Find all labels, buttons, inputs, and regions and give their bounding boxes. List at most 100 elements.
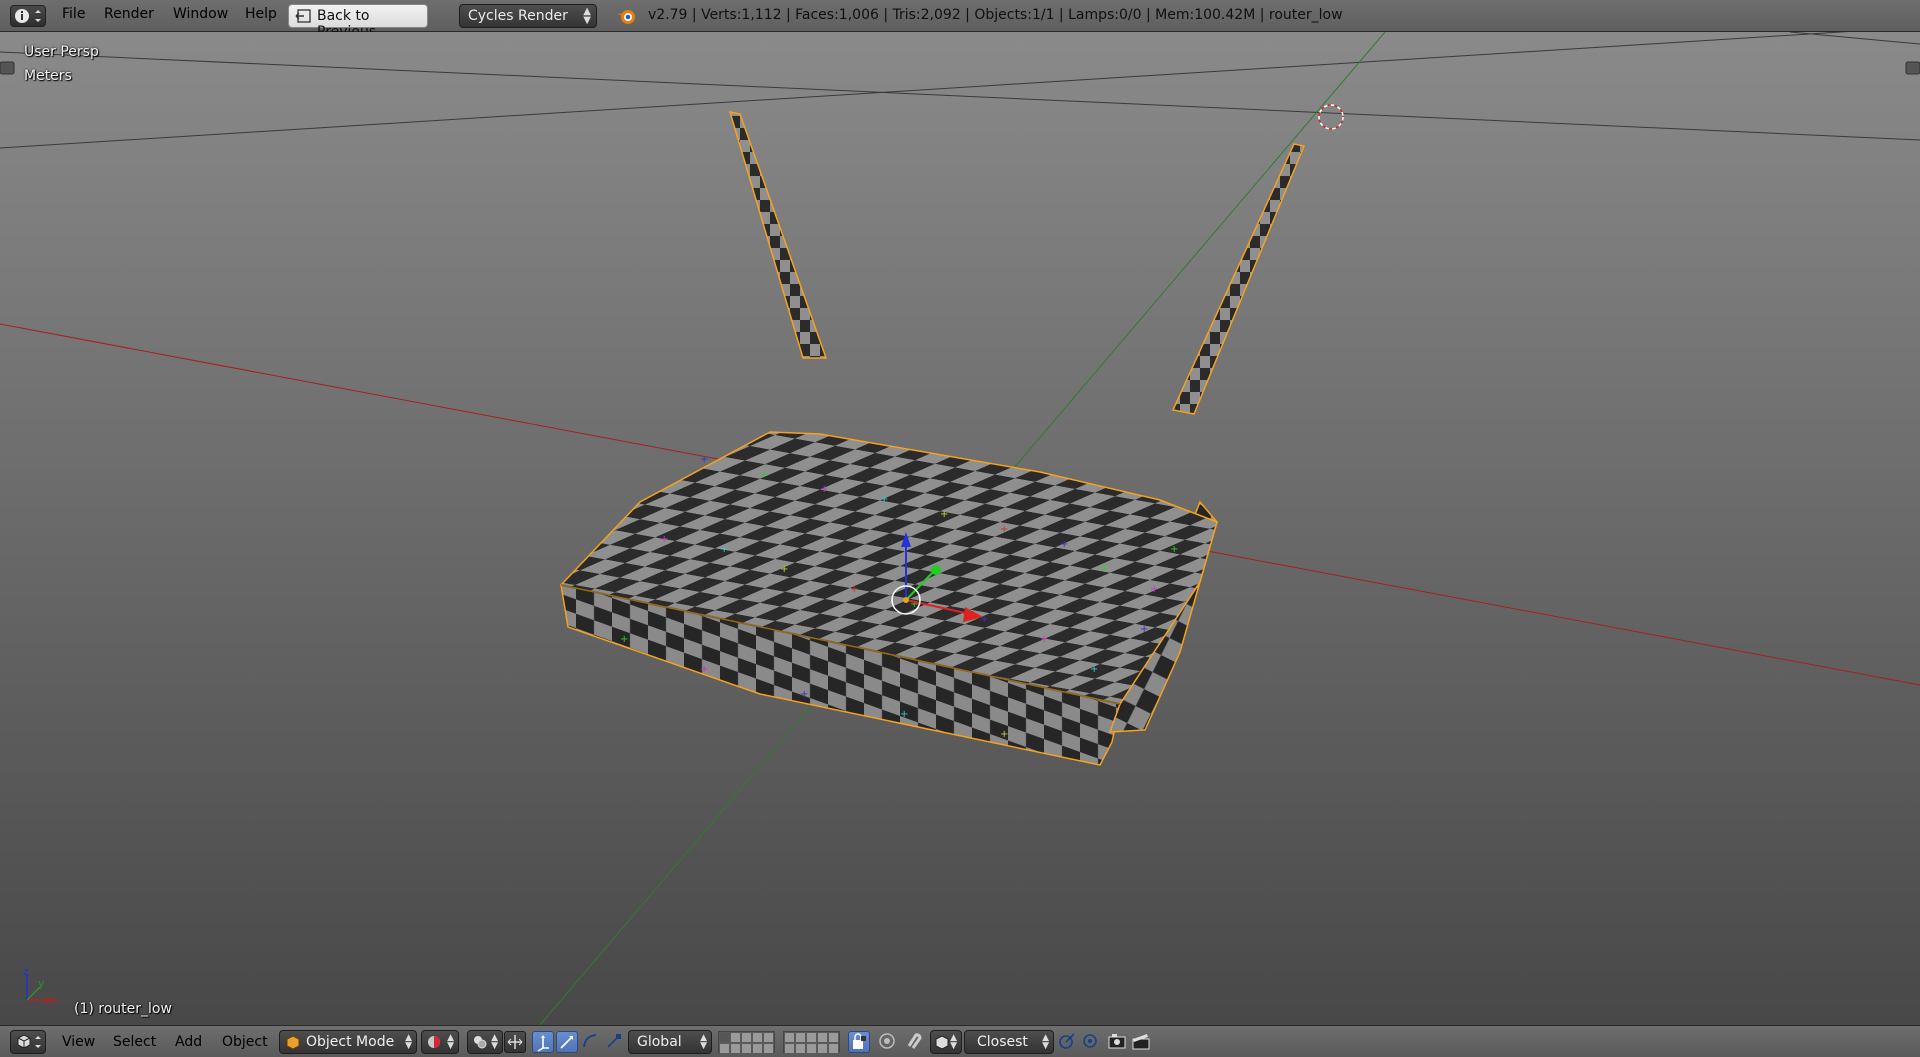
snap-project-icon [1083,1034,1097,1048]
svg-text:+: + [900,709,908,720]
svg-text:+: + [1000,524,1008,535]
cube-icon [17,1034,41,1049]
snap-project-toggle[interactable] [1080,1031,1102,1053]
svg-text:+: + [620,634,628,645]
mode-label: Object Mode [306,1034,395,1050]
svg-text:+: + [700,664,708,675]
axis-gizmo-icon: x y z [23,965,58,1007]
svg-text:+: + [1140,624,1148,635]
lock-icon [853,1033,866,1049]
left-antenna [728,111,828,359]
rotate-toggle[interactable] [556,1031,578,1053]
render-icon [1108,1034,1126,1049]
snap-align-icon [1059,1033,1075,1049]
svg-text:+: + [880,494,888,505]
snap-target-dropdown[interactable]: Closest ▲ ▼ [964,1030,1054,1054]
menu-select[interactable]: Select [113,1034,156,1050]
layer-grid[interactable] [718,1031,775,1054]
dropdown-arrows-icon: ▲ ▼ [447,1033,454,1051]
shading-sphere-icon [428,1036,440,1048]
snap-target-label: Closest [977,1034,1028,1050]
proportional-edit-icon [879,1033,895,1049]
router-model: +++ +++ +++ +++ +++ +++ +++ +++ [559,111,1306,766]
menu-add[interactable]: Add [175,1034,202,1050]
svg-text:+: + [660,534,668,545]
svg-text:+: + [1040,634,1048,645]
svg-text:+: + [780,564,788,575]
dropdown-arrows-icon: ▲ ▼ [583,6,591,26]
render-animation-button[interactable] [1131,1031,1153,1053]
axis-label-y: y [38,977,45,990]
scale-icon [607,1034,621,1048]
units-label: Meters [24,68,72,84]
snap-element-dropdown[interactable]: ▲ ▼ [930,1030,962,1054]
menu-render[interactable]: Render [104,6,154,22]
svg-text:+: + [940,509,948,520]
rotate-icon [560,1036,573,1049]
snap-align-toggle[interactable] [1057,1031,1079,1053]
lock-camera-layers-toggle[interactable] [848,1031,870,1053]
svg-text:+: + [1150,584,1158,595]
3d-cursor-icon [1318,104,1344,130]
3d-viewport[interactable]: + + + + + + + + + + + + + + + + + + + + + + + + [0,32,1920,1025]
scene-statistics: v2.79 | Verts:1,112 | Faces:1,006 | Tris… [648,7,1343,23]
mode-dropdown[interactable]: Object Mode ▲ ▼ [279,1030,417,1054]
info-header: File Render Window Help Back to Previous… [0,0,1920,40]
svg-text:+: + [720,544,728,555]
dropdown-arrows-icon: ▲ ▼ [405,1033,412,1051]
snap-element-icon [935,1035,949,1050]
viewport-scene: +++ +++ +++ +++ +++ +++ +++ +++ x y z [0,32,1920,1025]
snap-magnet-icon [907,1033,922,1049]
render-engine-dropdown[interactable]: Cycles Render ▲ ▼ [459,4,597,28]
pivot-point-dropdown[interactable]: ▲ ▼ [467,1030,503,1054]
rotate-manipulator-toggle[interactable] [580,1031,602,1053]
object-mode-icon [286,1035,300,1050]
scale-toggle[interactable] [604,1031,626,1053]
manipulator-toggle[interactable] [504,1031,526,1053]
proportional-edit-toggle[interactable] [877,1031,899,1053]
svg-text:+: + [1000,729,1008,740]
dropdown-arrows-icon: ▲ ▼ [950,1033,957,1051]
svg-text:+: + [700,454,708,465]
dropdown-arrows-icon: ▲ ▼ [700,1033,707,1051]
svg-text:+: + [800,689,808,700]
menu-help[interactable]: Help [245,6,277,22]
dropdown-arrows-icon: ▲ ▼ [491,1033,498,1051]
render-opengl-button[interactable] [1107,1031,1129,1053]
svg-text:+: + [760,469,768,480]
translate-icon [537,1035,549,1052]
rotate-arc-icon [583,1034,597,1048]
info-icon [15,9,41,23]
menu-object[interactable]: Object [222,1034,268,1050]
menu-view[interactable]: View [62,1034,95,1050]
render-engine-label: Cycles Render [468,8,568,24]
region-handles [0,61,1920,75]
3d-view-header: View Select Add Object Object Mode ▲ ▼ ▲ ▼… [0,1025,1920,1057]
svg-text:+: + [1060,539,1068,550]
active-object-label: (1) router_low [74,1001,172,1017]
editor-type-selector[interactable] [10,5,46,27]
menu-file[interactable]: File [62,6,85,22]
view-name-label: User Persp [24,44,99,60]
svg-text:+: + [820,484,828,495]
translate-toggle[interactable] [532,1031,554,1053]
dropdown-arrows-icon: ▲ ▼ [1042,1033,1049,1051]
svg-text:+: + [1100,564,1108,575]
pivot-icon [474,1036,487,1049]
transform-orientation-dropdown[interactable]: Global ▲ ▼ [628,1030,712,1054]
svg-text:+: + [1090,664,1098,675]
menu-window[interactable]: Window [173,6,228,22]
layer-grid-2[interactable] [783,1031,840,1054]
svg-text:+: + [850,584,858,595]
axis-label-x: x [45,994,52,1007]
back-to-previous-button[interactable]: Back to Previous [288,4,428,40]
viewport-shading-dropdown[interactable]: ▲ ▼ [421,1030,459,1054]
snap-toggle[interactable] [904,1031,926,1053]
right-antenna [1171,143,1306,415]
svg-text:+: + [1170,544,1178,555]
blender-logo-icon [617,10,635,24]
editor-type-3d-view[interactable] [10,1030,46,1054]
clapper-icon [1132,1034,1150,1050]
orientation-label: Global [637,1034,682,1050]
manipulator-icon [507,1035,523,1049]
